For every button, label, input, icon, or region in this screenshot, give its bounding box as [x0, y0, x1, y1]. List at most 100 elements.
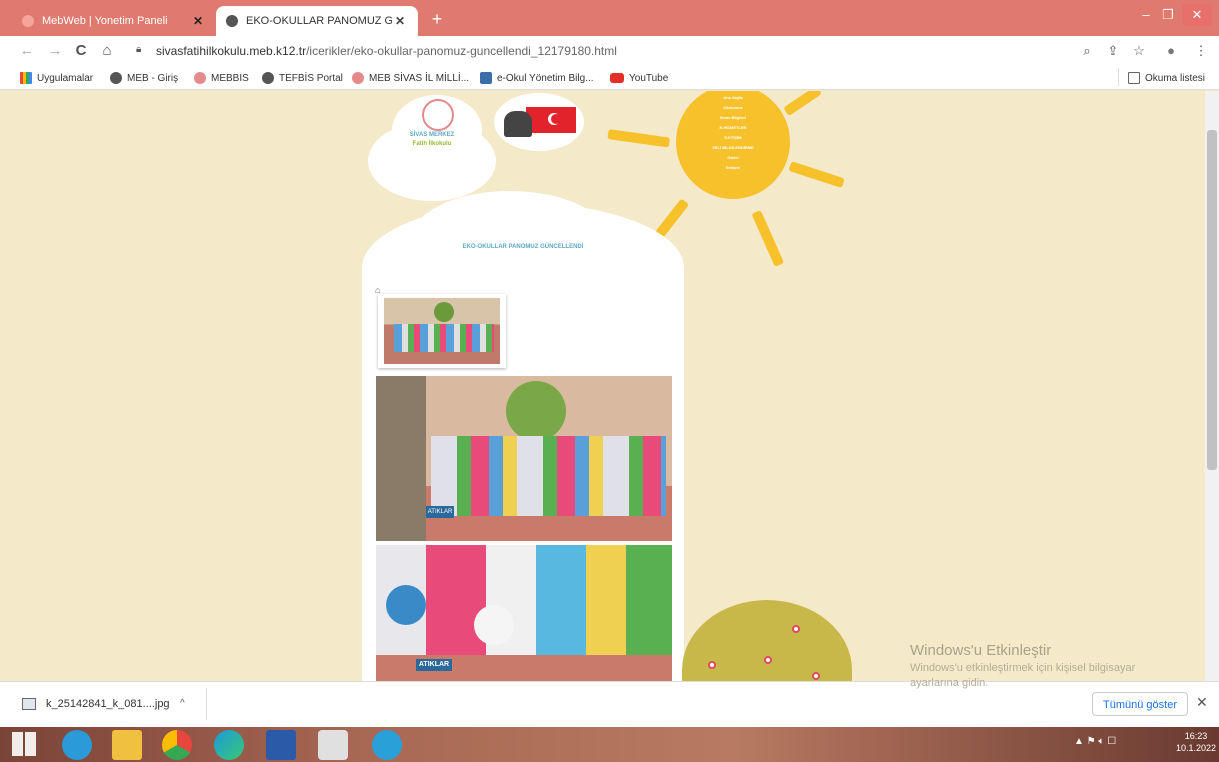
youtube-icon [610, 73, 624, 83]
url-domain: sivasfatihilkokulu.meb.k12.tr [156, 44, 307, 58]
post-title: EKO-OKULLAR PANOMUZ GÜNCELLENDİ [462, 244, 584, 250]
menu-icon[interactable]: ⋮ [1190, 40, 1212, 62]
bookmark-label: e-Okul Yönetim Bilg... [497, 72, 594, 84]
ataturk-flag-image [504, 107, 576, 137]
profile-icon[interactable]: ● [1160, 40, 1182, 62]
flower-icon [792, 625, 800, 633]
chevron-up-icon[interactable]: ^ [180, 698, 185, 709]
new-tab-button[interactable]: + [426, 8, 448, 30]
meb-logo-icon[interactable] [422, 99, 454, 131]
globe-icon [226, 15, 238, 27]
tab-title: EKO-OKULLAR PANOMUZ GÜNC [246, 15, 392, 27]
bookmark-divider [1118, 68, 1119, 86]
windows-activation-watermark: Windows'u Etkinleştir Windows'u etkinleş… [910, 642, 1135, 689]
bookmark-youtube[interactable]: YouTube [610, 70, 668, 86]
download-item[interactable]: k_25142841_k_081....jpg [22, 698, 170, 710]
java-icon[interactable] [318, 730, 348, 760]
photo-door [376, 376, 426, 541]
bookmark-star-icon[interactable]: ☆ [1128, 40, 1150, 62]
tree-poster [434, 302, 454, 322]
show-all-button[interactable]: Tümünü göster [1092, 692, 1188, 716]
internet-explorer-icon[interactable] [62, 730, 92, 760]
forward-icon[interactable]: → [44, 40, 66, 62]
menu-item-ana-sayfa[interactable]: Ana Sayfa [676, 95, 790, 100]
download-divider [206, 688, 207, 720]
atiklar-banner: ATIKLAR [416, 659, 452, 671]
flower-icon [708, 661, 716, 669]
close-window-icon[interactable]: ✕ [1182, 4, 1212, 26]
thumbnail-photo[interactable] [378, 294, 506, 368]
bookmark-meb-giris[interactable]: MEB - Giriş [110, 70, 178, 86]
sun-ray [751, 209, 785, 268]
plate-drawing [474, 605, 514, 645]
globe-icon [262, 72, 274, 84]
reading-list-button[interactable]: Okuma listesi [1128, 70, 1205, 86]
menu-item-veli[interactable]: VELİ BİLGİLENDİRME [676, 145, 790, 150]
reading-list-label: Okuma listesi [1145, 72, 1206, 84]
menu-item-okulumuz[interactable]: Okulumuz [676, 105, 790, 110]
bookmark-label: Uygulamalar [37, 72, 94, 84]
bookmark-label: MEB - Giriş [127, 72, 179, 84]
bookmark-tefbis[interactable]: TEFBİS Portal [262, 70, 343, 86]
address-input[interactable]: sivasfatihilkokulu.meb.k12.tr/icerikler/… [156, 44, 617, 58]
share-icon[interactable]: ⇪ [1102, 40, 1124, 62]
word-icon[interactable] [266, 730, 296, 760]
url-path: /icerikler/eko-okullar-panomuz-guncellen… [306, 44, 617, 58]
tab-mebweb[interactable]: MebWeb | Yonetim Paneli ✕ [12, 6, 216, 36]
download-filename: k_25142841_k_081....jpg [46, 698, 170, 710]
bookmark-e-okul[interactable]: e-Okul Yönetim Bilg... [480, 70, 594, 86]
menu-item-iletisim-2[interactable]: İletişim [676, 165, 790, 170]
clock-date: 10.1.2022 [1176, 743, 1217, 753]
close-tab-icon[interactable]: ✕ [190, 14, 206, 28]
photo-posters [431, 436, 666, 516]
clock-time: 16:23 [1184, 731, 1208, 741]
system-tray[interactable]: ▲ ⚑ 🔈︎ ☐ [1074, 736, 1116, 747]
activation-title: Windows'u Etkinleştir [910, 642, 1052, 659]
flower-icon [764, 656, 772, 664]
edge-icon[interactable] [214, 730, 244, 760]
zoom-icon[interactable]: ⌕ [1076, 40, 1098, 62]
school-name-line2[interactable]: Fatih İlkokulu [380, 141, 484, 147]
bookmark-mebbis[interactable]: MEBBIS [194, 70, 249, 86]
globe-drawing [386, 585, 426, 625]
school-name-line1[interactable]: SİVAS MERKEZ [380, 132, 484, 138]
reload-icon[interactable]: C [70, 40, 92, 62]
bookmark-label: TEFBİS Portal [279, 72, 343, 84]
file-explorer-icon[interactable] [112, 730, 142, 760]
panel-photo-1[interactable]: ATIKLAR [376, 376, 672, 541]
back-icon[interactable]: ← [16, 40, 38, 62]
close-tab-icon[interactable]: ✕ [392, 14, 408, 28]
tab-eko-okullar[interactable]: EKO-OKULLAR PANOMUZ GÜNC ✕ [216, 6, 418, 36]
sun-ray [607, 129, 671, 148]
globe-icon [110, 72, 122, 84]
apps-grid-icon [20, 72, 32, 84]
ataturk-silhouette [504, 111, 532, 137]
activation-line-2: ayarlarına gidin. [910, 677, 989, 689]
menu-item-sinav[interactable]: Sınav Bilgileri [676, 115, 790, 120]
atiklar-banner: ATIKLAR [426, 506, 454, 518]
home-icon[interactable]: ⌂ [96, 40, 118, 62]
lock-icon[interactable]: 🔒︎ [136, 44, 146, 56]
telegram-icon[interactable] [372, 730, 402, 760]
flag-crescent-cut [551, 114, 561, 124]
tree-canopy [506, 381, 566, 441]
tab-title: MebWeb | Yonetim Paneli [42, 15, 168, 27]
windows-start-icon[interactable] [12, 732, 36, 756]
menu-item-galeri[interactable]: Galeri [676, 155, 790, 160]
board-posters [394, 324, 494, 352]
scrollbar-thumb[interactable] [1207, 130, 1217, 470]
menu-item-e-hizmetler[interactable]: E-HİZMETLER [676, 125, 790, 130]
meb-logo-icon [194, 72, 206, 84]
activation-line: Windows'u etkinleştirmek için kişisel bi… [910, 662, 1136, 674]
bookmark-apps[interactable]: Uygulamalar [20, 70, 93, 86]
maximize-icon[interactable]: ❐ [1154, 4, 1182, 26]
image-file-icon [22, 698, 36, 710]
sun-menu: Ana Sayfa Okulumuz Sınav Bilgileri E-HİZ… [676, 91, 790, 199]
close-download-bar-icon[interactable]: ✕ [1196, 694, 1208, 711]
bookmark-label: MEBBIS [211, 72, 249, 84]
chrome-icon[interactable] [162, 730, 192, 760]
bookmark-meb-sivas[interactable]: MEB SİVAS İL MİLLİ... [352, 70, 469, 86]
menu-item-iletisim[interactable]: İLETİŞİM [676, 135, 790, 140]
taskbar-clock[interactable]: 16:23 10.1.2022 [1176, 730, 1216, 754]
panel-photo-2[interactable]: ATIKLAR [376, 545, 672, 681]
